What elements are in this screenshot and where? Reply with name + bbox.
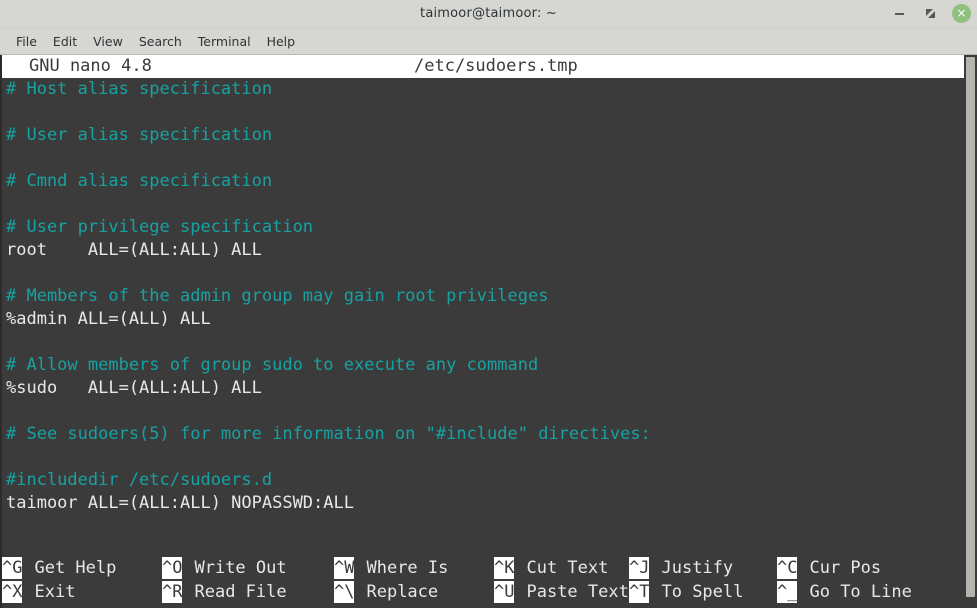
shortcut-key: ^C	[777, 557, 798, 579]
menu-item-file[interactable]: File	[8, 32, 45, 51]
shortcut-read-file[interactable]: ^R Read File	[162, 580, 287, 604]
editor-line[interactable]	[2, 262, 963, 285]
shortcut-key: ^J	[629, 557, 650, 579]
shortcut-label: To Spell	[661, 582, 744, 602]
menu-item-search[interactable]: Search	[131, 32, 190, 51]
shortcut-label: Read File	[194, 582, 287, 602]
editor-line[interactable]: # Allow members of group sudo to execute…	[2, 354, 963, 377]
window-title: taimoor@taimoor: ~	[420, 6, 557, 21]
menubar: File Edit View Search Terminal Help	[0, 28, 977, 55]
editor-line[interactable]: # Members of the admin group may gain ro…	[2, 285, 963, 308]
menu-item-help[interactable]: Help	[259, 32, 304, 51]
maximize-icon[interactable]	[921, 5, 939, 23]
shortcut-label: Cur Pos	[809, 558, 882, 578]
editor-line[interactable]: # See sudoers(5) for more information on…	[2, 423, 963, 446]
editor-line[interactable]: # Host alias specification	[2, 78, 963, 101]
terminal-window: taimoor@taimoor: ~ × File Edit View Sear…	[0, 0, 977, 608]
shortcut-label: Write Out	[194, 558, 287, 578]
shortcut-key: ^T	[629, 581, 650, 603]
titlebar: taimoor@taimoor: ~ ×	[0, 0, 977, 28]
shortcut-paste-text[interactable]: ^U Paste Text	[494, 580, 629, 604]
terminal-scrollbar[interactable]	[964, 55, 977, 608]
shortcut-key: ^\	[334, 581, 355, 603]
shortcut-row-1: ^G Get Help ^O Write Out ^W Where Is ^K Cut Tex…	[2, 556, 977, 580]
shortcut-key: ^O	[162, 557, 183, 579]
shortcut-label: Paste Text	[526, 582, 629, 602]
shortcut-label: Go To Line	[809, 582, 912, 602]
editor-line[interactable]: #includedir /etc/sudoers.d	[2, 469, 963, 492]
shortcut-key: ^X	[2, 581, 23, 603]
nano-version-label: GNU nano 4.8	[29, 56, 152, 76]
shortcut-key: ^R	[162, 581, 183, 603]
shortcut-cut-text[interactable]: ^K Cut Text	[494, 556, 608, 580]
shortcut-where-is[interactable]: ^W Where Is	[334, 556, 448, 580]
editor-line[interactable]	[2, 101, 963, 124]
menu-item-edit[interactable]: Edit	[45, 32, 85, 51]
editor-line[interactable]	[2, 193, 963, 216]
menu-item-terminal[interactable]: Terminal	[190, 32, 259, 51]
editor-line[interactable]	[2, 446, 963, 469]
shortcut-write-out[interactable]: ^O Write Out	[162, 556, 287, 580]
editor-line[interactable]: root ALL=(ALL:ALL) ALL	[2, 239, 963, 262]
editor-line[interactable]: taimoor ALL=(ALL:ALL) NOPASSWD:ALL	[2, 492, 963, 515]
editor-line[interactable]	[2, 147, 963, 170]
shortcut-cur-pos[interactable]: ^C Cur Pos	[777, 556, 881, 580]
shortcut-replace[interactable]: ^\ Replace	[334, 580, 438, 604]
shortcut-justify[interactable]: ^J Justify	[629, 556, 733, 580]
minimize-icon[interactable]	[890, 5, 908, 23]
shortcut-label: Exit	[34, 582, 76, 602]
close-icon[interactable]: ×	[952, 4, 971, 23]
editor-line[interactable]: %sudo ALL=(ALL:ALL) ALL	[2, 377, 963, 400]
nano-shortcut-bar: ^G Get Help ^O Write Out ^W Where Is ^K Cut Tex…	[2, 556, 977, 608]
shortcut-exit[interactable]: ^X Exit	[2, 580, 75, 604]
shortcut-get-help[interactable]: ^G Get Help	[2, 556, 116, 580]
shortcut-go-to-line[interactable]: ^_ Go To Line	[777, 580, 912, 604]
nano-filename: /etc/sudoers.tmp	[414, 56, 578, 76]
shortcut-key: ^K	[494, 557, 515, 579]
shortcut-key: ^G	[2, 557, 23, 579]
window-controls: ×	[890, 0, 971, 27]
editor-line[interactable]: %admin ALL=(ALL) ALL	[2, 308, 963, 331]
scrollbar-thumb[interactable]	[966, 57, 975, 597]
menu-item-view[interactable]: View	[85, 32, 131, 51]
shortcut-label: Replace	[366, 582, 439, 602]
shortcut-key: ^_	[777, 581, 798, 603]
editor-line[interactable]: # User privilege specification	[2, 216, 963, 239]
shortcut-row-2: ^X Exit ^R Read File ^\ Replace ^U Paste Text ^T…	[2, 580, 977, 604]
shortcut-label: Justify	[661, 558, 734, 578]
editor-line[interactable]: # User alias specification	[2, 124, 963, 147]
shortcut-key: ^W	[334, 557, 355, 579]
nano-titlebar: GNU nano 4.8 /etc/sudoers.tmp	[2, 55, 977, 78]
shortcut-to-spell[interactable]: ^T To Spell	[629, 580, 743, 604]
editor-line[interactable]	[2, 331, 963, 354]
editor-line[interactable]: # Cmnd alias specification	[2, 170, 963, 193]
shortcut-label: Where Is	[366, 558, 449, 578]
nano-editor-area[interactable]: # Host alias specification # User alias …	[2, 78, 963, 556]
shortcut-label: Cut Text	[526, 558, 609, 578]
shortcut-key: ^U	[494, 581, 515, 603]
editor-line[interactable]	[2, 400, 963, 423]
terminal-content[interactable]: GNU nano 4.8 /etc/sudoers.tmp # Host ali…	[0, 55, 977, 608]
shortcut-label: Get Help	[34, 558, 117, 578]
